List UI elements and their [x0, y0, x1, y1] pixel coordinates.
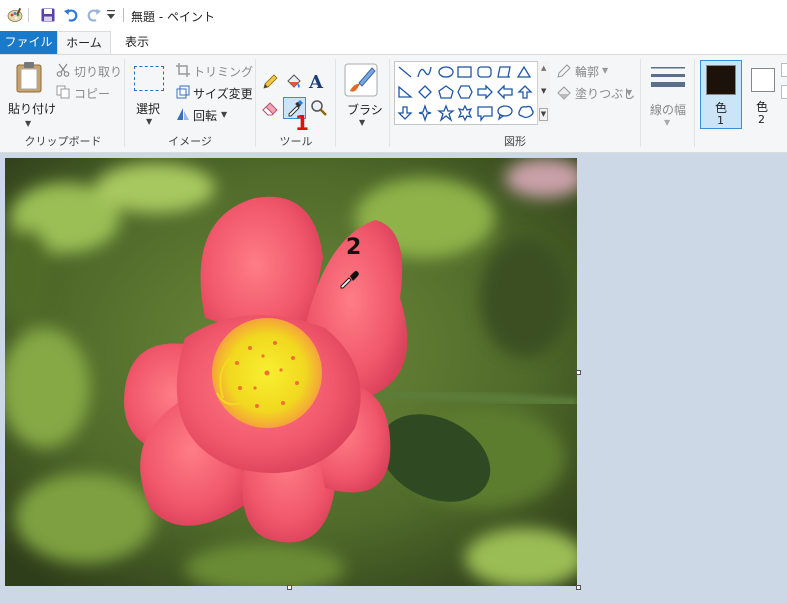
expand-gallery-icon[interactable]: ▼ — [539, 108, 548, 121]
resize-handle-bottom[interactable] — [287, 585, 292, 590]
title-bar: 無題 - ペイント — [0, 0, 787, 31]
color-1-swatch — [706, 65, 736, 95]
ribbon-home: 貼り付け ▼ 切り取り コピー クリップボード 選択 ▼ トリミング サイズ変更… — [0, 54, 787, 153]
canvas-image[interactable] — [5, 158, 577, 586]
resize-label: サイズ変更 — [193, 87, 253, 101]
title-separator — [123, 8, 124, 22]
magnifier-icon[interactable] — [310, 99, 328, 117]
customize-quick-access-icon[interactable] — [106, 9, 122, 25]
crop-button[interactable]: トリミング — [174, 62, 254, 80]
color-2-number: 2 — [758, 113, 765, 126]
shapes-gallery-icons[interactable] — [396, 63, 542, 125]
chevron-down-icon: ▼ — [359, 118, 366, 127]
group-divider — [255, 59, 256, 147]
save-icon[interactable] — [40, 7, 56, 23]
shapes-gallery-scrollbar[interactable]: ▲ ▼ ▼ — [537, 61, 550, 125]
line-width-icon — [651, 66, 685, 95]
resize-icon — [176, 85, 190, 102]
clipboard-group-label: クリップボード — [24, 135, 102, 148]
copy-icon — [56, 85, 70, 102]
ribbon-tabs: ファイル ホーム 表示 — [0, 31, 787, 54]
tab-file[interactable]: ファイル — [0, 31, 57, 54]
outline-label: 輪郭 — [575, 65, 600, 79]
pencil-icon[interactable] — [261, 73, 279, 91]
brushes-button[interactable]: ブラシ ▼ — [340, 61, 386, 129]
paste-button[interactable]: 貼り付け ▼ — [4, 59, 56, 129]
redo-icon[interactable] — [86, 7, 102, 23]
shapes-group-label: 図形 — [504, 135, 526, 148]
select-label: 選択 — [136, 102, 161, 116]
group-divider — [389, 59, 390, 147]
brush-icon — [344, 63, 378, 100]
canvas-workspace: 2 — [0, 153, 787, 603]
group-divider — [640, 59, 641, 147]
chevron-down-icon: ▼ — [602, 66, 609, 75]
chevron-down-icon: ▼ — [146, 117, 153, 126]
size-button[interactable]: 線の幅 ▼ — [645, 61, 691, 129]
chevron-down-icon: ▼ — [626, 88, 633, 97]
cut-button[interactable]: 切り取り — [54, 62, 123, 80]
chevron-down-icon: ▼ — [25, 119, 32, 128]
fill-button[interactable]: 塗りつぶし ▼ — [556, 84, 636, 102]
resize-button[interactable]: サイズ変更 — [174, 84, 254, 102]
paint-app-icon[interactable] — [7, 7, 23, 23]
chevron-down-icon: ▼ — [221, 110, 228, 119]
window-title: 無題 - ペイント — [131, 10, 215, 24]
chevron-down-icon[interactable]: ▼ — [541, 87, 546, 95]
group-divider — [335, 59, 336, 147]
tab-view[interactable]: 表示 — [111, 31, 163, 54]
paste-label: 貼り付け — [8, 102, 57, 116]
copy-label: コピー — [74, 87, 111, 101]
step-2-annotation: 2 — [346, 235, 362, 260]
clipboard-icon — [15, 61, 43, 96]
step-1-annotation: 1 — [295, 111, 309, 135]
outline-pen-icon — [556, 63, 572, 82]
scissors-icon — [56, 63, 70, 80]
rotate-button[interactable]: 回転 ▼ — [174, 106, 254, 124]
select-rectangle-icon — [134, 66, 164, 91]
palette-swatch[interactable] — [781, 63, 787, 77]
eraser-icon[interactable] — [261, 99, 279, 117]
shapes-gallery — [394, 61, 550, 125]
chevron-down-icon: ▼ — [664, 118, 671, 127]
chevron-up-icon[interactable]: ▲ — [541, 64, 546, 72]
undo-icon[interactable] — [63, 7, 79, 23]
color-1-number: 1 — [717, 114, 724, 127]
tools-group-label: ツール — [279, 135, 313, 148]
tab-home[interactable]: ホーム — [57, 31, 111, 54]
image-group-label: イメージ — [168, 135, 212, 148]
title-separator — [28, 8, 29, 22]
group-divider — [694, 59, 695, 147]
flower-photo — [5, 158, 577, 586]
size-label: 線の幅 — [650, 103, 687, 117]
crop-icon — [176, 63, 190, 80]
resize-handle-corner[interactable] — [576, 585, 581, 590]
palette-swatch[interactable] — [781, 85, 787, 99]
fill-bucket-icon[interactable] — [285, 73, 303, 91]
group-divider — [124, 59, 125, 147]
fill-bucket-icon — [556, 85, 572, 104]
crop-label: トリミング — [193, 65, 254, 79]
rotate-label: 回転 — [193, 109, 218, 123]
color-2-swatch — [751, 68, 775, 92]
outline-button[interactable]: 輪郭 ▼ — [556, 62, 636, 80]
text-tool-icon[interactable]: A — [309, 72, 327, 93]
color-1-button[interactable]: 色 1 — [700, 60, 742, 129]
select-button[interactable]: 選択 ▼ — [130, 61, 170, 129]
copy-button[interactable]: コピー — [54, 84, 120, 102]
color-2-button[interactable]: 色 2 — [746, 60, 780, 129]
rotate-icon — [176, 107, 190, 124]
resize-handle-right[interactable] — [576, 370, 581, 375]
brushes-label: ブラシ — [347, 103, 383, 117]
cut-label: 切り取り — [74, 65, 123, 79]
